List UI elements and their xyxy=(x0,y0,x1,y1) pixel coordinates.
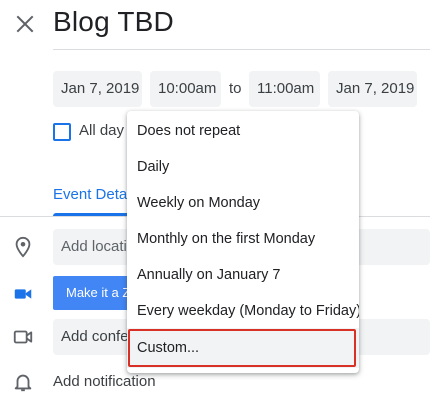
recurrence-option[interactable]: Every weekday (Monday to Friday) xyxy=(127,293,359,329)
bell-icon xyxy=(12,371,34,393)
video-icon xyxy=(12,283,34,305)
recurrence-option[interactable]: Monthly on the first Monday xyxy=(127,221,359,257)
all-day-label: All day xyxy=(79,122,125,139)
highlight-box xyxy=(128,329,356,367)
all-day-checkbox[interactable] xyxy=(53,123,71,141)
recurrence-option[interactable]: Weekly on Monday xyxy=(127,185,359,221)
add-notification-link[interactable]: Add notification xyxy=(53,373,156,390)
recurrence-dropdown: Does not repeat Daily Weekly on Monday M… xyxy=(127,111,359,373)
start-time-button[interactable]: 10:00am xyxy=(150,71,221,107)
recurrence-option[interactable]: Annually on January 7 xyxy=(127,257,359,293)
end-time-button[interactable]: 11:00am xyxy=(249,71,320,107)
close-button[interactable] xyxy=(13,12,37,36)
end-date-button[interactable]: Jan 7, 2019 xyxy=(328,71,417,107)
event-title-input[interactable]: Blog TBD xyxy=(53,6,174,38)
to-label: to xyxy=(229,80,242,97)
video-camera-outline-icon xyxy=(12,326,34,348)
tab-event-details[interactable]: Event Details xyxy=(53,186,131,203)
recurrence-option[interactable]: Does not repeat xyxy=(127,113,359,149)
title-underline xyxy=(53,49,430,50)
start-date-button[interactable]: Jan 7, 2019 xyxy=(53,71,142,107)
close-icon xyxy=(16,15,34,33)
recurrence-option[interactable]: Daily xyxy=(127,149,359,185)
location-pin-icon xyxy=(12,236,34,258)
